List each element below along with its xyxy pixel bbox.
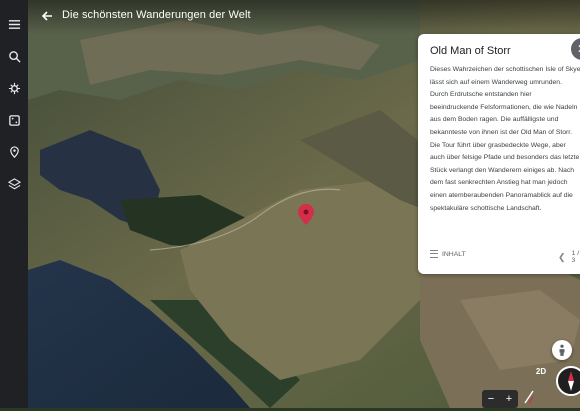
description-line: beeindruckende Felsformationen, die wie … [430,103,578,111]
contents-icon [430,250,438,258]
compass[interactable] [556,366,580,396]
back-button[interactable] [40,9,54,23]
description-line: Die Tour führt über grasbedeckte Wege, a… [430,141,566,149]
projects-button[interactable] [0,136,28,168]
zoom-out-button[interactable]: − [488,393,494,405]
card-title: Old Man of Storr [430,45,511,57]
info-card: Old Man of Storr ✕ Dieses Wahrzeichen de… [418,34,580,274]
sidebar [0,0,28,408]
description-line: auch über felsige Pfade und besonders da… [430,154,580,162]
feeling-lucky-button[interactable] [0,104,28,136]
description-line: aus dem Boden ragen. Die auffälligste un… [430,116,559,124]
tilt-icon [524,390,534,404]
description-line: spektakuläre schottische Landschaft. [430,204,542,212]
menu-button[interactable] [0,8,28,40]
search-button[interactable] [0,40,28,72]
page-title: Die schönsten Wanderungen der Welt [62,9,251,21]
close-button[interactable]: ✕ [571,38,580,60]
description-line: dem fast senkrechten Anstieg hat man jed… [430,179,568,187]
arrow-left-icon [41,11,52,21]
card-footer: INHALT ❮ 1 / 3 [430,250,580,264]
description-line: bekannteste von ihnen ist der Old Man of… [430,128,573,136]
description-line: Durch Erdrutsche entstanden hier [430,91,532,99]
contents-label: INHALT [442,250,466,258]
card-description: Dieses Wahrzeichen der schottischen Isle… [430,64,580,215]
zoom-controls: − + [482,390,518,408]
voyager-icon [8,82,20,94]
map-style-button[interactable] [0,168,28,200]
search-icon [8,50,21,63]
description-line: Stück verlangt den Wanderern einiges ab.… [430,166,575,174]
pager-label: 1 / 3 [571,250,580,264]
description-line: einen atemberaubenden Panoramablick auf … [430,191,573,199]
description-line: lässt sich auf einem Wanderweg umrunden. [430,78,562,86]
tilt-button[interactable] [522,388,536,406]
pegman-icon [559,344,565,356]
view-2d-toggle[interactable]: 2D [531,362,551,380]
description-line: Dieses Wahrzeichen der schottischen Isle… [430,66,580,73]
layers-icon [7,177,21,189]
menu-icon [8,19,20,29]
random-dice-icon [8,114,20,126]
compass-icon [568,371,574,391]
voyager-button[interactable] [0,72,28,104]
zoom-in-button[interactable]: + [506,393,512,405]
chevron-left-icon[interactable]: ❮ [558,252,566,263]
pager: ❮ 1 / 3 [558,250,580,264]
contents-button[interactable]: INHALT [430,250,466,258]
street-view-button[interactable] [552,340,572,360]
projects-pin-icon [9,145,19,158]
